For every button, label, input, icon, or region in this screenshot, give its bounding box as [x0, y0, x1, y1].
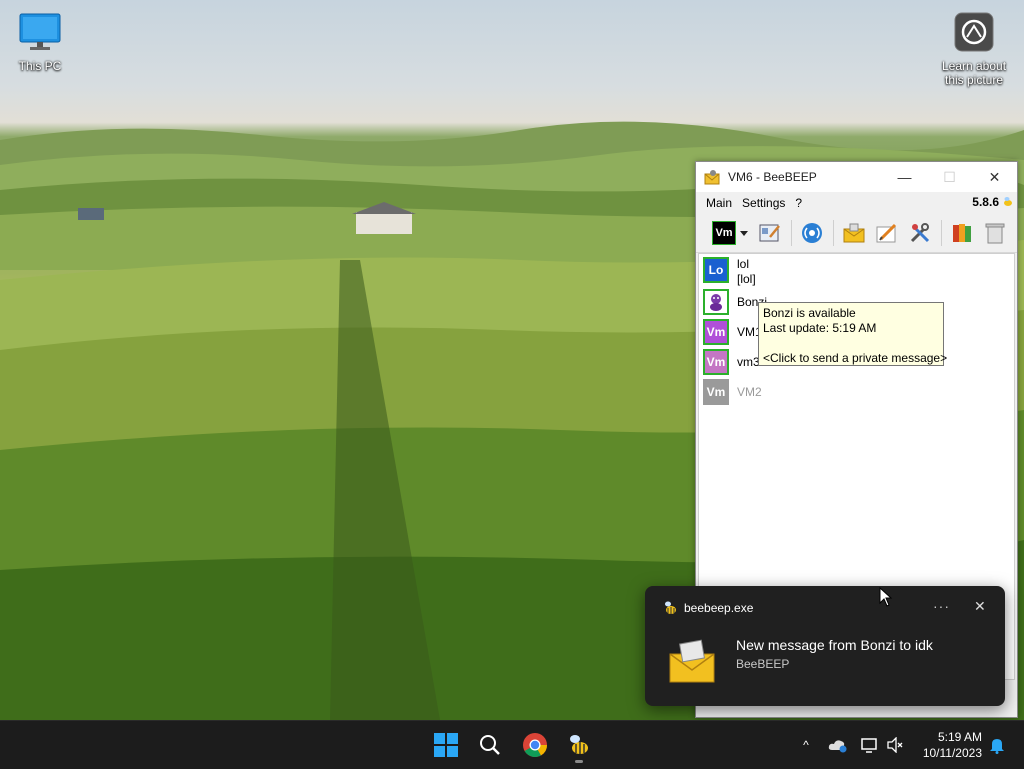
desktop-icon-learn-about-picture[interactable]: Learn about this picture	[934, 12, 1014, 87]
plugins-button[interactable]	[908, 221, 932, 245]
toolbar: Vm	[696, 214, 1017, 253]
user-name: VM2	[737, 385, 762, 399]
minimize-button[interactable]: —	[882, 162, 927, 192]
bee-icon	[570, 735, 588, 754]
running-indicator	[575, 760, 583, 763]
network-broadcast-icon	[802, 223, 822, 243]
toast-more-options-button[interactable]: ···	[933, 598, 950, 614]
bee-icon	[665, 601, 676, 614]
windows-logo-icon	[434, 733, 458, 757]
network-icon[interactable]	[860, 735, 880, 755]
taskbar: ^ 5:19 AM 10/11/2023	[0, 720, 1024, 769]
onedrive-icon[interactable]	[828, 735, 848, 755]
toast-app-name: beebeep.exe	[684, 601, 754, 615]
menu-main[interactable]: Main	[696, 196, 740, 210]
bee-icon	[1004, 197, 1012, 206]
menu-bar: Main Settings ? 5.8.6	[696, 192, 1017, 214]
edit-profile-button[interactable]	[758, 221, 782, 245]
avatar: Vm	[703, 349, 729, 375]
taskbar-clock[interactable]: 5:19 AM 10/11/2023	[912, 729, 982, 761]
user-name-primary: lol	[737, 257, 750, 271]
books-icon	[953, 224, 971, 242]
toast-notification[interactable]: beebeep.exe ··· ✕ New message from Bonzi…	[645, 586, 1005, 706]
trash-icon	[985, 223, 1005, 244]
messages-button[interactable]	[842, 221, 866, 245]
chrome-icon	[523, 733, 547, 758]
status-dropdown-arrow-icon[interactable]	[740, 230, 748, 236]
start-button[interactable]	[430, 729, 462, 761]
search-button[interactable]	[474, 729, 506, 761]
toast-subtitle: BeeBEEP	[736, 657, 790, 671]
beebeep-taskbar-button[interactable]	[563, 729, 595, 763]
desktop-icon-this-pc[interactable]: This PC	[0, 12, 80, 73]
pencil-note-icon	[876, 223, 897, 243]
tools-icon	[910, 223, 930, 243]
menu-help[interactable]: ?	[793, 196, 810, 210]
toast-close-button[interactable]: ✕	[974, 598, 986, 615]
user-name: vm3	[737, 355, 760, 369]
write-note-button[interactable]	[875, 221, 899, 245]
network-button[interactable]	[800, 221, 824, 245]
close-button[interactable]: ✕	[972, 162, 1017, 192]
list-item[interactable]: Vm VM2	[703, 379, 762, 407]
user-name-secondary: [lol]	[737, 272, 756, 286]
clear-button[interactable]	[983, 221, 1007, 245]
list-item[interactable]: Vm vm3	[703, 349, 760, 377]
toolbar-separator	[791, 220, 792, 246]
clock-time: 5:19 AM	[937, 730, 982, 744]
bonzi-gorilla-icon	[710, 294, 722, 311]
search-icon	[480, 735, 500, 755]
volume-muted-icon[interactable]	[885, 735, 905, 755]
menu-settings[interactable]: Settings	[740, 196, 793, 210]
desktop-icon-label: this picture	[944, 73, 1004, 87]
tray-overflow-chevron[interactable]: ^	[796, 735, 816, 755]
list-item[interactable]: Lo lol [lol]	[703, 257, 756, 287]
chrome-taskbar-button[interactable]	[519, 729, 551, 761]
toolbar-separator	[833, 220, 834, 246]
tooltip-hint: <Click to send a private message>	[763, 351, 948, 365]
tooltip-last-update: Last update: 5:19 AM	[763, 321, 877, 335]
avatar: Vm	[703, 319, 729, 345]
desktop-icon-label: Learn about	[941, 59, 1007, 73]
monitor-icon	[19, 13, 61, 50]
avatar: Lo	[703, 257, 729, 283]
notification-bell-icon[interactable]	[987, 735, 1007, 755]
clock-date: 10/11/2023	[922, 746, 982, 760]
envelope-icon	[669, 639, 715, 683]
toolbar-separator	[941, 220, 942, 246]
desktop-icon-label: This PC	[18, 59, 62, 73]
mouse-pointer-icon	[879, 587, 893, 607]
vcard-edit-icon	[759, 224, 780, 242]
tooltip-status: Bonzi is available	[763, 306, 856, 320]
version-label: 5.8.6	[972, 195, 999, 209]
camera-info-icon	[954, 12, 994, 52]
maximize-button[interactable]: ☐	[927, 162, 972, 192]
window-titlebar[interactable]: VM6 - BeeBEEP — ☐ ✕	[696, 162, 1017, 192]
toast-title: New message from Bonzi to idk	[736, 637, 933, 653]
list-item[interactable]: Vm VM1	[703, 319, 762, 347]
avatar	[703, 289, 729, 315]
user-name: lol [lol]	[737, 257, 756, 287]
envelope-icon	[843, 223, 865, 243]
user-tooltip: Bonzi is available Last update: 5:19 AM …	[758, 302, 948, 366]
status-badge[interactable]: Vm	[712, 221, 736, 245]
window-title: VM6 - BeeBEEP	[728, 170, 817, 184]
share-files-button[interactable]	[950, 221, 974, 245]
avatar: Vm	[703, 379, 729, 405]
beebeep-envelope-icon	[704, 170, 720, 185]
